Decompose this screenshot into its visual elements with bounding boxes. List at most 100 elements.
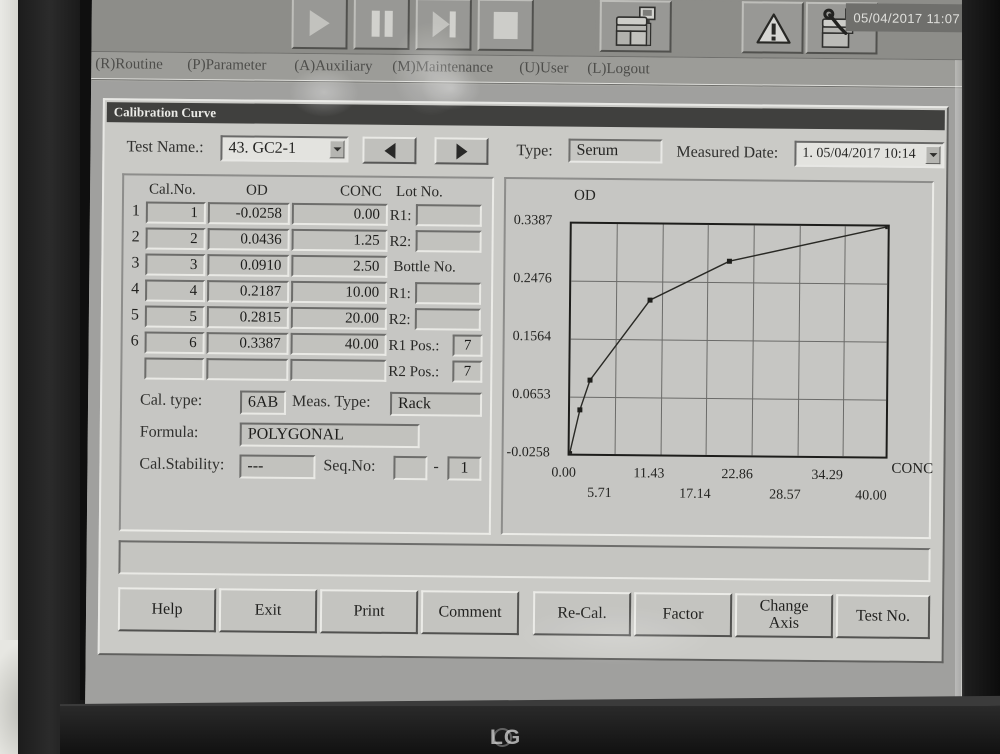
chart-y-axis-title: OD bbox=[573, 187, 596, 204]
help-button[interactable]: Help bbox=[117, 587, 217, 633]
cell-conc-box-3[interactable]: 2.50 bbox=[291, 254, 388, 278]
calibration-chart-panel: OD CONC 0.3387 0.2476 0.1564 0.0653 -0.0… bbox=[500, 176, 935, 540]
cell-od-box-3[interactable]: 0.0910 bbox=[207, 254, 290, 277]
cell-od-box-6[interactable]: 0.3387 bbox=[206, 332, 289, 355]
y-tick-label-1: 0.0653 bbox=[512, 387, 551, 403]
pause-button[interactable] bbox=[353, 0, 410, 51]
play-icon bbox=[309, 10, 330, 37]
next-test-button[interactable] bbox=[434, 137, 489, 165]
cal-type-field[interactable]: 6AB bbox=[239, 390, 287, 415]
bottle-r2-field[interactable] bbox=[414, 308, 481, 331]
x-tick-label-7: 40.00 bbox=[855, 488, 887, 504]
cell-conc-box-6[interactable]: 40.00 bbox=[290, 332, 387, 356]
meas-type-field[interactable]: Rack bbox=[389, 391, 483, 417]
menu-item-auxiliary[interactable]: (A)Auxiliary bbox=[294, 58, 372, 76]
cell-conc-box-4[interactable]: 10.00 bbox=[291, 280, 388, 304]
table-row[interactable]: 1 bbox=[145, 201, 206, 225]
comment-button[interactable]: Comment bbox=[420, 590, 520, 636]
step-button[interactable] bbox=[415, 0, 472, 51]
change-axis-button-label: Change Axis bbox=[759, 597, 809, 632]
bottle-r2-label: R2: bbox=[388, 311, 411, 329]
chevron-down-icon[interactable] bbox=[329, 140, 345, 159]
cell-od-box-7[interactable] bbox=[206, 358, 289, 381]
data-point-marker bbox=[587, 377, 593, 383]
stop-button[interactable] bbox=[477, 0, 534, 52]
r2-pos-label: R2 Pos.: bbox=[388, 363, 440, 381]
seq-no-value-2: 1 bbox=[460, 459, 469, 477]
table-row[interactable]: 3 bbox=[145, 253, 206, 277]
run-button[interactable] bbox=[291, 0, 348, 50]
cell-od-6: 0.3387 bbox=[239, 334, 281, 352]
message-field[interactable] bbox=[118, 540, 931, 583]
lot-r1-field[interactable] bbox=[415, 204, 482, 227]
cell-conc-5: 20.00 bbox=[345, 309, 379, 327]
cell-od-box-2[interactable]: 0.0436 bbox=[207, 228, 290, 251]
type-value: Serum bbox=[576, 141, 619, 160]
menu-item-logout[interactable]: (L)Logout bbox=[587, 61, 650, 79]
table-row[interactable]: 6 bbox=[144, 331, 205, 355]
exit-button[interactable]: Exit bbox=[218, 588, 318, 634]
warning-triangle-icon bbox=[756, 12, 791, 44]
monitor-bezel-right-highlight bbox=[955, 60, 965, 700]
cell-calno-4: 4 bbox=[189, 282, 198, 299]
comment-button-label: Comment bbox=[438, 602, 502, 621]
cell-conc-box-5[interactable]: 20.00 bbox=[290, 306, 387, 330]
chart-plot-area[interactable] bbox=[567, 221, 890, 459]
change-axis-button[interactable]: Change Axis bbox=[734, 593, 834, 639]
x-tick-label-0: 0.00 bbox=[551, 465, 576, 481]
r1-pos-field[interactable]: 7 bbox=[452, 334, 483, 357]
stop-icon bbox=[493, 11, 518, 39]
lot-r1-label: R1: bbox=[389, 207, 412, 225]
measured-date-select[interactable]: 1. 05/04/2017 10:14 bbox=[794, 140, 945, 169]
lot-r2-field[interactable] bbox=[415, 230, 482, 253]
triangle-right-icon bbox=[455, 143, 468, 160]
cal-stability-field[interactable]: --- bbox=[239, 454, 316, 480]
bottle-no-label: Bottle No. bbox=[393, 258, 456, 276]
seq-no-field-2[interactable]: 1 bbox=[447, 456, 482, 481]
menu-item-parameter[interactable]: (P)Parameter bbox=[187, 57, 266, 75]
print-button-label: Print bbox=[353, 602, 385, 620]
recal-button[interactable]: Re-Cal. bbox=[532, 591, 632, 637]
seq-no-label: Seq.No: bbox=[323, 457, 376, 475]
menu-item-maintenance[interactable]: (M)Maintenance bbox=[392, 59, 493, 77]
data-point-marker bbox=[726, 258, 732, 264]
seq-no-field-1[interactable] bbox=[393, 455, 428, 481]
bottle-r1-field[interactable] bbox=[414, 282, 482, 305]
y-tick-label-4: 0.3387 bbox=[513, 213, 553, 229]
cell-conc-box-7[interactable] bbox=[290, 358, 387, 382]
factor-button[interactable]: Factor bbox=[633, 592, 733, 638]
cell-od-box-5[interactable]: 0.2815 bbox=[206, 306, 289, 329]
analyzer-status-button[interactable] bbox=[599, 0, 672, 53]
x-tick-label-1: 5.71 bbox=[587, 485, 612, 502]
table-row[interactable] bbox=[144, 357, 205, 381]
dialog-header-row: Test Name.: 43. GC2-1 Type: Serum Measur… bbox=[104, 133, 950, 175]
meas-type-label: Meas. Type: bbox=[291, 392, 371, 411]
calibration-curve-dialog: Calibration Curve Test Name.: 43. GC2-1 bbox=[97, 98, 950, 664]
cell-od-2: 0.0436 bbox=[240, 230, 282, 248]
test-no-button[interactable]: Test No. bbox=[835, 594, 931, 640]
formula-field[interactable]: POLYGONAL bbox=[239, 422, 420, 449]
cell-conc-box-2[interactable]: 1.25 bbox=[291, 228, 388, 252]
cell-conc-2: 1.25 bbox=[353, 232, 380, 249]
prev-test-button[interactable] bbox=[362, 136, 417, 165]
test-name-label: Test Name.: bbox=[126, 138, 204, 157]
print-button[interactable]: Print bbox=[319, 589, 419, 635]
row-index-2: 2 bbox=[131, 228, 140, 246]
cell-od-box-4[interactable]: 0.2187 bbox=[207, 280, 290, 303]
alarm-button[interactable] bbox=[741, 1, 804, 54]
menu-item-routine[interactable]: (R)Routine bbox=[95, 56, 163, 74]
type-field[interactable]: Serum bbox=[568, 138, 663, 164]
chevron-down-icon-2[interactable] bbox=[925, 146, 941, 165]
table-row[interactable]: 5 bbox=[144, 305, 205, 329]
r2-pos-field[interactable]: 7 bbox=[452, 360, 483, 383]
cell-conc-box[interactable]: 0.00 bbox=[291, 202, 388, 226]
triangle-left-icon bbox=[383, 142, 396, 159]
cell-od-4: 0.2187 bbox=[239, 282, 282, 300]
cell-od-box[interactable]: -0.0258 bbox=[207, 202, 290, 225]
menu-item-user[interactable]: (U)User bbox=[519, 60, 568, 77]
formula-label: Formula: bbox=[139, 423, 199, 442]
table-row[interactable]: 4 bbox=[145, 279, 206, 303]
test-name-select[interactable]: 43. GC2-1 bbox=[220, 135, 349, 163]
table-row[interactable]: 2 bbox=[145, 227, 206, 251]
cell-calno-3: 3 bbox=[189, 256, 198, 273]
